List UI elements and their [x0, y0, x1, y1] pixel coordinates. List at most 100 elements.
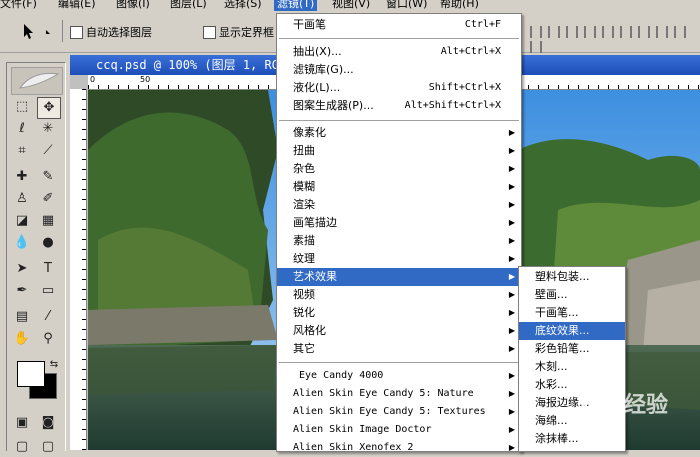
- menu-item-sketch[interactable]: 素描 ▶: [277, 232, 521, 250]
- submenu-item-plastic-wrap[interactable]: 塑料包装...: [519, 268, 625, 286]
- menu-item-plugin[interactable]: Alien Skin Xenofex 2 ▶: [277, 439, 521, 457]
- menu-item-render[interactable]: 渲染 ▶: [277, 196, 521, 214]
- zoom-tool-icon[interactable]: ⚲: [37, 329, 59, 349]
- align-icon[interactable]: [656, 26, 668, 38]
- menu-view[interactable]: 视图(V): [332, 0, 370, 11]
- menu-edit[interactable]: 编辑(E): [58, 0, 96, 11]
- brush-tool-icon[interactable]: ✎: [37, 167, 59, 187]
- pen-tool-icon[interactable]: ✒: [11, 281, 33, 301]
- menu-item-label: 干画笔: [293, 18, 326, 31]
- submenu-item-smudge-stick[interactable]: 涂抹棒...: [519, 430, 625, 448]
- menu-layer[interactable]: 图层(L): [170, 0, 207, 11]
- menu-image[interactable]: 图像(I): [116, 0, 150, 11]
- show-bounding-box-label: 显示定界框: [219, 26, 274, 39]
- menu-item-label: Alien Skin Xenofex 2: [293, 442, 414, 453]
- submenu-arrow-icon: ▶: [508, 128, 515, 137]
- menu-item-pattern-maker[interactable]: 图案生成器(P)... Alt+Shift+Ctrl+X: [277, 97, 521, 115]
- align-icon[interactable]: [566, 26, 578, 38]
- menu-select[interactable]: 选择(S): [224, 0, 262, 11]
- menu-item-label: 抽出(X)...: [293, 45, 342, 58]
- submenu-arrow-icon: ▶: [508, 164, 515, 173]
- gradient-tool-icon[interactable]: ▦: [37, 211, 59, 231]
- type-tool-icon[interactable]: T: [37, 259, 59, 279]
- menu-item-label: 扭曲: [293, 144, 315, 157]
- menu-item-noise[interactable]: 杂色 ▶: [277, 160, 521, 178]
- hand-tool-icon[interactable]: ✋: [11, 329, 33, 349]
- align-icon[interactable]: [638, 26, 650, 38]
- shape-tool-icon[interactable]: ▭: [37, 281, 59, 301]
- feather-logo[interactable]: [11, 67, 63, 95]
- history-brush-icon[interactable]: ✐: [37, 189, 59, 209]
- eraser-tool-icon[interactable]: ◪: [11, 211, 33, 231]
- menu-item-blur[interactable]: 模糊 ▶: [277, 178, 521, 196]
- clone-stamp-icon[interactable]: ♙: [11, 189, 33, 209]
- menu-item-brush-strokes[interactable]: 画笔描边 ▶: [277, 214, 521, 232]
- menu-file[interactable]: 文件(F): [0, 0, 37, 11]
- slice-tool-icon[interactable]: ⟋: [37, 141, 59, 161]
- vertical-ruler[interactable]: [70, 89, 87, 450]
- menu-item-label: Alien Skin Eye Candy 5: Nature: [293, 388, 474, 399]
- path-select-icon[interactable]: ➤: [11, 259, 33, 279]
- show-bounding-box-checkbox[interactable]: [203, 26, 216, 39]
- lasso-tool-icon[interactable]: ℓ: [11, 119, 33, 139]
- auto-select-layer-checkbox[interactable]: [70, 26, 83, 39]
- menu-item-extract[interactable]: 抽出(X)... Alt+Ctrl+X: [277, 43, 521, 61]
- align-icon[interactable]: [584, 26, 596, 38]
- menu-item-plugin[interactable]: Eye Candy 4000 ▶: [277, 367, 521, 385]
- menu-item-video[interactable]: 视频 ▶: [277, 286, 521, 304]
- standard-mode-icon[interactable]: ▣: [11, 413, 33, 433]
- submenu-arrow-icon: ▶: [508, 182, 515, 191]
- menu-item-texture[interactable]: 纹理 ▶: [277, 250, 521, 268]
- menu-item-plugin[interactable]: Alien Skin Eye Candy 5: Nature ▶: [277, 385, 521, 403]
- crop-tool-icon[interactable]: ⌗: [11, 141, 33, 161]
- menu-item-plugin[interactable]: Alien Skin Eye Candy 5: Textures ▶: [277, 403, 521, 421]
- menu-window[interactable]: 窗口(W): [386, 0, 427, 11]
- menu-item-pixelate[interactable]: 像素化 ▶: [277, 124, 521, 142]
- menu-item-other[interactable]: 其它 ▶: [277, 340, 521, 358]
- menu-item-artistic[interactable]: 艺术效果 ▶: [277, 268, 521, 286]
- submenu-item-underpainting[interactable]: 底纹效果...: [519, 322, 625, 340]
- submenu-item-fresco[interactable]: 壁画...: [519, 286, 625, 304]
- align-icon[interactable]: [620, 26, 632, 38]
- align-icon[interactable]: [530, 26, 542, 38]
- auto-select-layer-label: 自动选择图层: [86, 26, 152, 39]
- full-screen-icon[interactable]: ▢: [37, 437, 59, 457]
- foreground-color-swatch[interactable]: [17, 361, 45, 387]
- quick-mask-icon[interactable]: ◙: [37, 413, 59, 433]
- align-icon[interactable]: [548, 26, 560, 38]
- submenu-item-colored-pencil[interactable]: 彩色铅笔...: [519, 340, 625, 358]
- dodge-tool-icon[interactable]: ●: [37, 233, 59, 253]
- align-buttons[interactable]: [530, 26, 700, 53]
- menu-item-last-filter[interactable]: 干画笔 Ctrl+F: [277, 16, 521, 34]
- submenu-item-dry-brush[interactable]: 干画笔...: [519, 304, 625, 322]
- menu-item-label: 塑料包装...: [535, 270, 590, 283]
- paw-logo-icon: [582, 386, 622, 426]
- screen-mode-icon[interactable]: ▢: [11, 437, 33, 457]
- menu-filter[interactable]: 滤镜(T): [274, 0, 318, 11]
- filter-menu: 干画笔 Ctrl+F 抽出(X)... Alt+Ctrl+X 滤镜库(G)...…: [276, 13, 522, 453]
- magic-wand-icon[interactable]: ✳: [37, 119, 59, 139]
- move-tool-icon[interactable]: ✥: [37, 97, 61, 119]
- menu-item-plugin[interactable]: Alien Skin Image Doctor ▶: [277, 421, 521, 439]
- notes-tool-icon[interactable]: ▤: [11, 307, 33, 327]
- swap-colors-icon[interactable]: ⇆: [43, 355, 65, 375]
- align-icon[interactable]: [530, 41, 542, 53]
- blur-tool-icon[interactable]: 💧: [11, 233, 33, 253]
- menu-item-liquify[interactable]: 液化(L)... Shift+Ctrl+X: [277, 79, 521, 97]
- align-icon[interactable]: [674, 26, 686, 38]
- watermark: 经验: [582, 386, 668, 426]
- menu-item-stylize[interactable]: 风格化 ▶: [277, 322, 521, 340]
- menu-item-sharpen[interactable]: 锐化 ▶: [277, 304, 521, 322]
- menu-help[interactable]: 帮助(H): [440, 0, 479, 11]
- marquee-tool-icon[interactable]: ⬚: [11, 97, 33, 117]
- tool-preset-picker[interactable]: [16, 20, 63, 42]
- menu-item-label: 液化(L)...: [293, 81, 341, 94]
- submenu-item-cutout[interactable]: 木刻...: [519, 358, 625, 376]
- align-icon[interactable]: [602, 26, 614, 38]
- eyedropper-icon[interactable]: ⁄: [37, 307, 59, 327]
- menu-item-filter-gallery[interactable]: 滤镜库(G)...: [277, 61, 521, 79]
- menu-item-label: 杂色: [293, 162, 315, 175]
- healing-brush-icon[interactable]: ✚: [11, 167, 33, 187]
- menu-item-distort[interactable]: 扭曲 ▶: [277, 142, 521, 160]
- menu-item-label: 锐化: [293, 306, 315, 319]
